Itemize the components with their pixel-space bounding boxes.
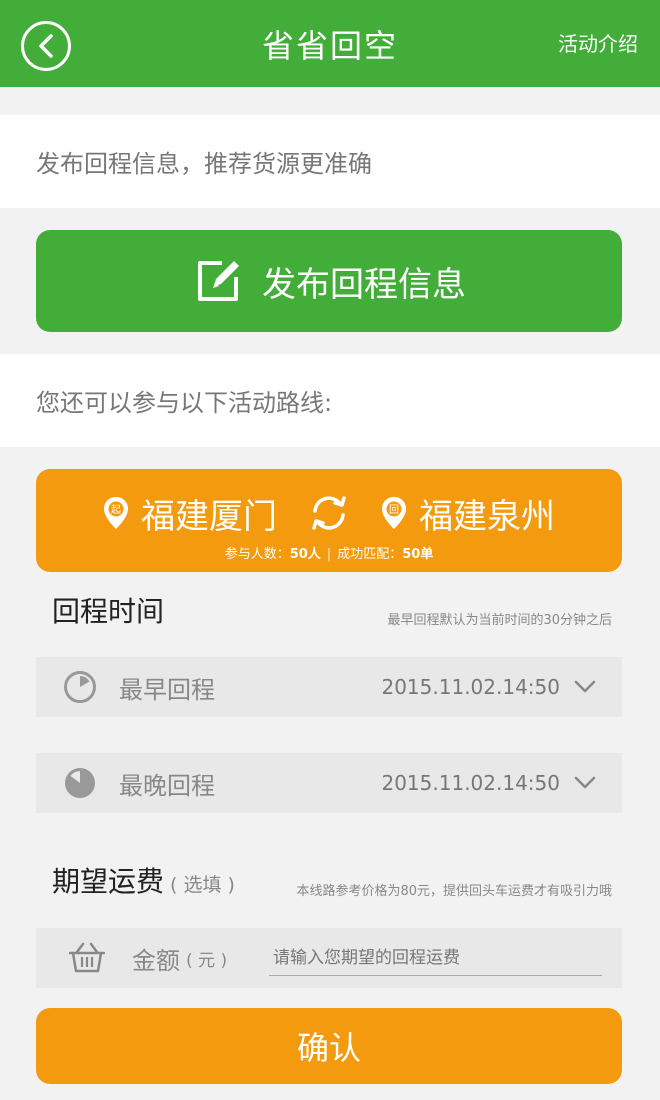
basket-icon — [69, 942, 105, 974]
location-pin-icon: 回 — [381, 496, 407, 530]
earliest-return-value: 2015.11.02.14:50 — [381, 675, 560, 699]
matched-label: 成功匹配： — [337, 547, 403, 562]
routes-tip: 您还可以参与以下活动路线: — [0, 354, 660, 447]
earliest-return-label: 最早回程 — [119, 675, 215, 704]
expected-fee-title-text: 期望运费 — [52, 865, 165, 898]
publish-tip: 发布回程信息，推荐货源更准确 — [0, 115, 660, 208]
activity-route-card[interactable]: 起 福建厦门 回 福建泉州 参与人数：50人 | 成功匹配：50单 — [36, 469, 622, 572]
clock-icon — [63, 670, 97, 704]
app-header: 省省回空 活动介绍 — [0, 0, 660, 87]
from-badge: 起 — [111, 504, 121, 516]
expected-fee-title: 期望运费( 选填 ) — [52, 860, 235, 900]
route-line: 起 福建厦门 回 福建泉州 — [36, 489, 622, 537]
matched-value: 50单 — [402, 547, 434, 562]
location-pin-icon: 起 — [103, 496, 129, 530]
fee-amount-label: 金额 — [132, 946, 180, 975]
confirm-button-label: 确认 — [296, 1029, 361, 1067]
chevron-down-icon — [574, 680, 596, 694]
publish-tip-text: 发布回程信息，推荐货源更准确 — [36, 150, 372, 178]
latest-return-label: 最晚回程 — [119, 771, 215, 800]
publish-return-info-button[interactable]: 发布回程信息 — [36, 230, 622, 332]
expected-fee-input[interactable] — [269, 940, 602, 976]
routes-tip-text: 您还可以参与以下活动路线: — [36, 389, 333, 417]
latest-return-value: 2015.11.02.14:50 — [381, 771, 560, 795]
stats-separator: | — [326, 547, 332, 562]
back-arrow-icon — [39, 34, 53, 58]
clock-filled-icon — [63, 766, 97, 800]
expected-fee-optional: ( 选填 ) — [170, 874, 235, 896]
fee-unit: ( 元 ) — [186, 950, 228, 971]
publish-button-label: 发布回程信息 — [262, 264, 466, 305]
return-time-note: 最早回程默认为当前时间的30分钟之后 — [387, 613, 612, 628]
participants-value: 50人 — [289, 547, 321, 562]
back-button[interactable] — [21, 21, 71, 71]
to-badge: 回 — [389, 504, 399, 516]
confirm-button[interactable]: 确认 — [36, 1008, 622, 1084]
return-time-title: 回程时间 — [52, 595, 165, 628]
earliest-return-picker[interactable]: 最早回程 2015.11.02.14:50 — [36, 657, 622, 717]
page-title: 省省回空 — [261, 26, 398, 65]
participants-label: 参与人数： — [224, 547, 290, 562]
edit-icon — [192, 255, 244, 307]
route-stats: 参与人数：50人 | 成功匹配：50单 — [36, 543, 622, 562]
route-to: 福建泉州 — [419, 496, 555, 537]
route-from: 福建厦门 — [141, 496, 277, 537]
swap-icon[interactable] — [307, 491, 351, 535]
fee-input-row: 金额 ( 元 ) — [36, 928, 622, 988]
expected-fee-note: 本线路参考价格为80元，提供回头车运费才有吸引力哦 — [296, 884, 612, 899]
chevron-down-icon — [574, 776, 596, 790]
latest-return-picker[interactable]: 最晚回程 2015.11.02.14:50 — [36, 753, 622, 813]
activity-intro-link[interactable]: 活动介绍 — [558, 28, 638, 57]
